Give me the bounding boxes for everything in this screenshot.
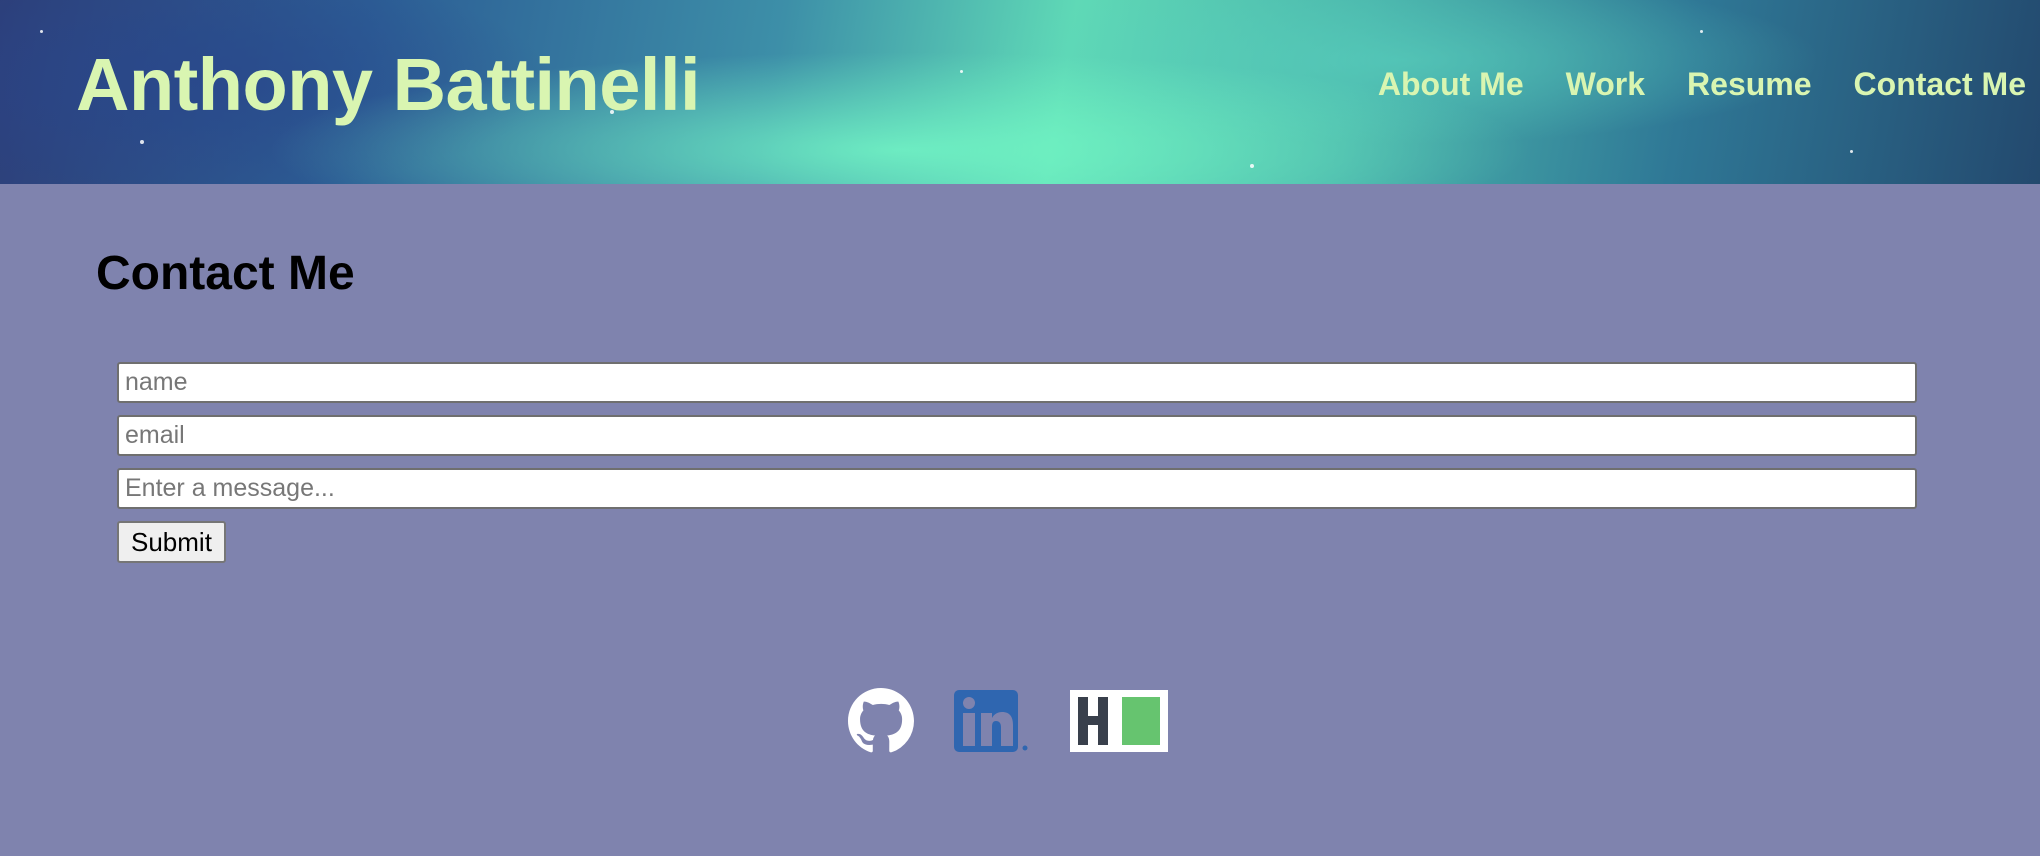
star-decoration (1250, 164, 1254, 168)
section-title: Contact Me (96, 247, 355, 300)
github-link[interactable] (848, 688, 914, 759)
star-decoration (1700, 30, 1703, 33)
hackerrank-icon (1070, 690, 1168, 752)
site-title: Anthony Battinelli (76, 43, 701, 126)
social-links (848, 688, 1168, 759)
star-decoration (1850, 150, 1853, 153)
star-decoration (960, 70, 963, 73)
star-decoration (40, 30, 43, 33)
main-nav: About Me Work Resume Contact Me (1378, 62, 2026, 106)
nav-work[interactable]: Work (1566, 62, 1645, 106)
name-input[interactable] (117, 362, 1917, 403)
hackerrank-link[interactable] (1070, 688, 1168, 759)
linkedin-icon (954, 690, 1028, 752)
github-icon (848, 688, 914, 753)
nav-about-me[interactable]: About Me (1378, 62, 1524, 106)
nav-resume[interactable]: Resume (1687, 62, 1812, 106)
nav-contact-me[interactable]: Contact Me (1854, 62, 2026, 106)
site-header: Anthony Battinelli About Me Work Resume … (0, 0, 2040, 184)
star-decoration (140, 140, 144, 144)
contact-form: Submit (117, 362, 1917, 563)
linkedin-link[interactable] (954, 688, 1030, 759)
submit-button[interactable]: Submit (117, 521, 226, 563)
message-input[interactable] (117, 468, 1917, 509)
email-input[interactable] (117, 415, 1917, 456)
